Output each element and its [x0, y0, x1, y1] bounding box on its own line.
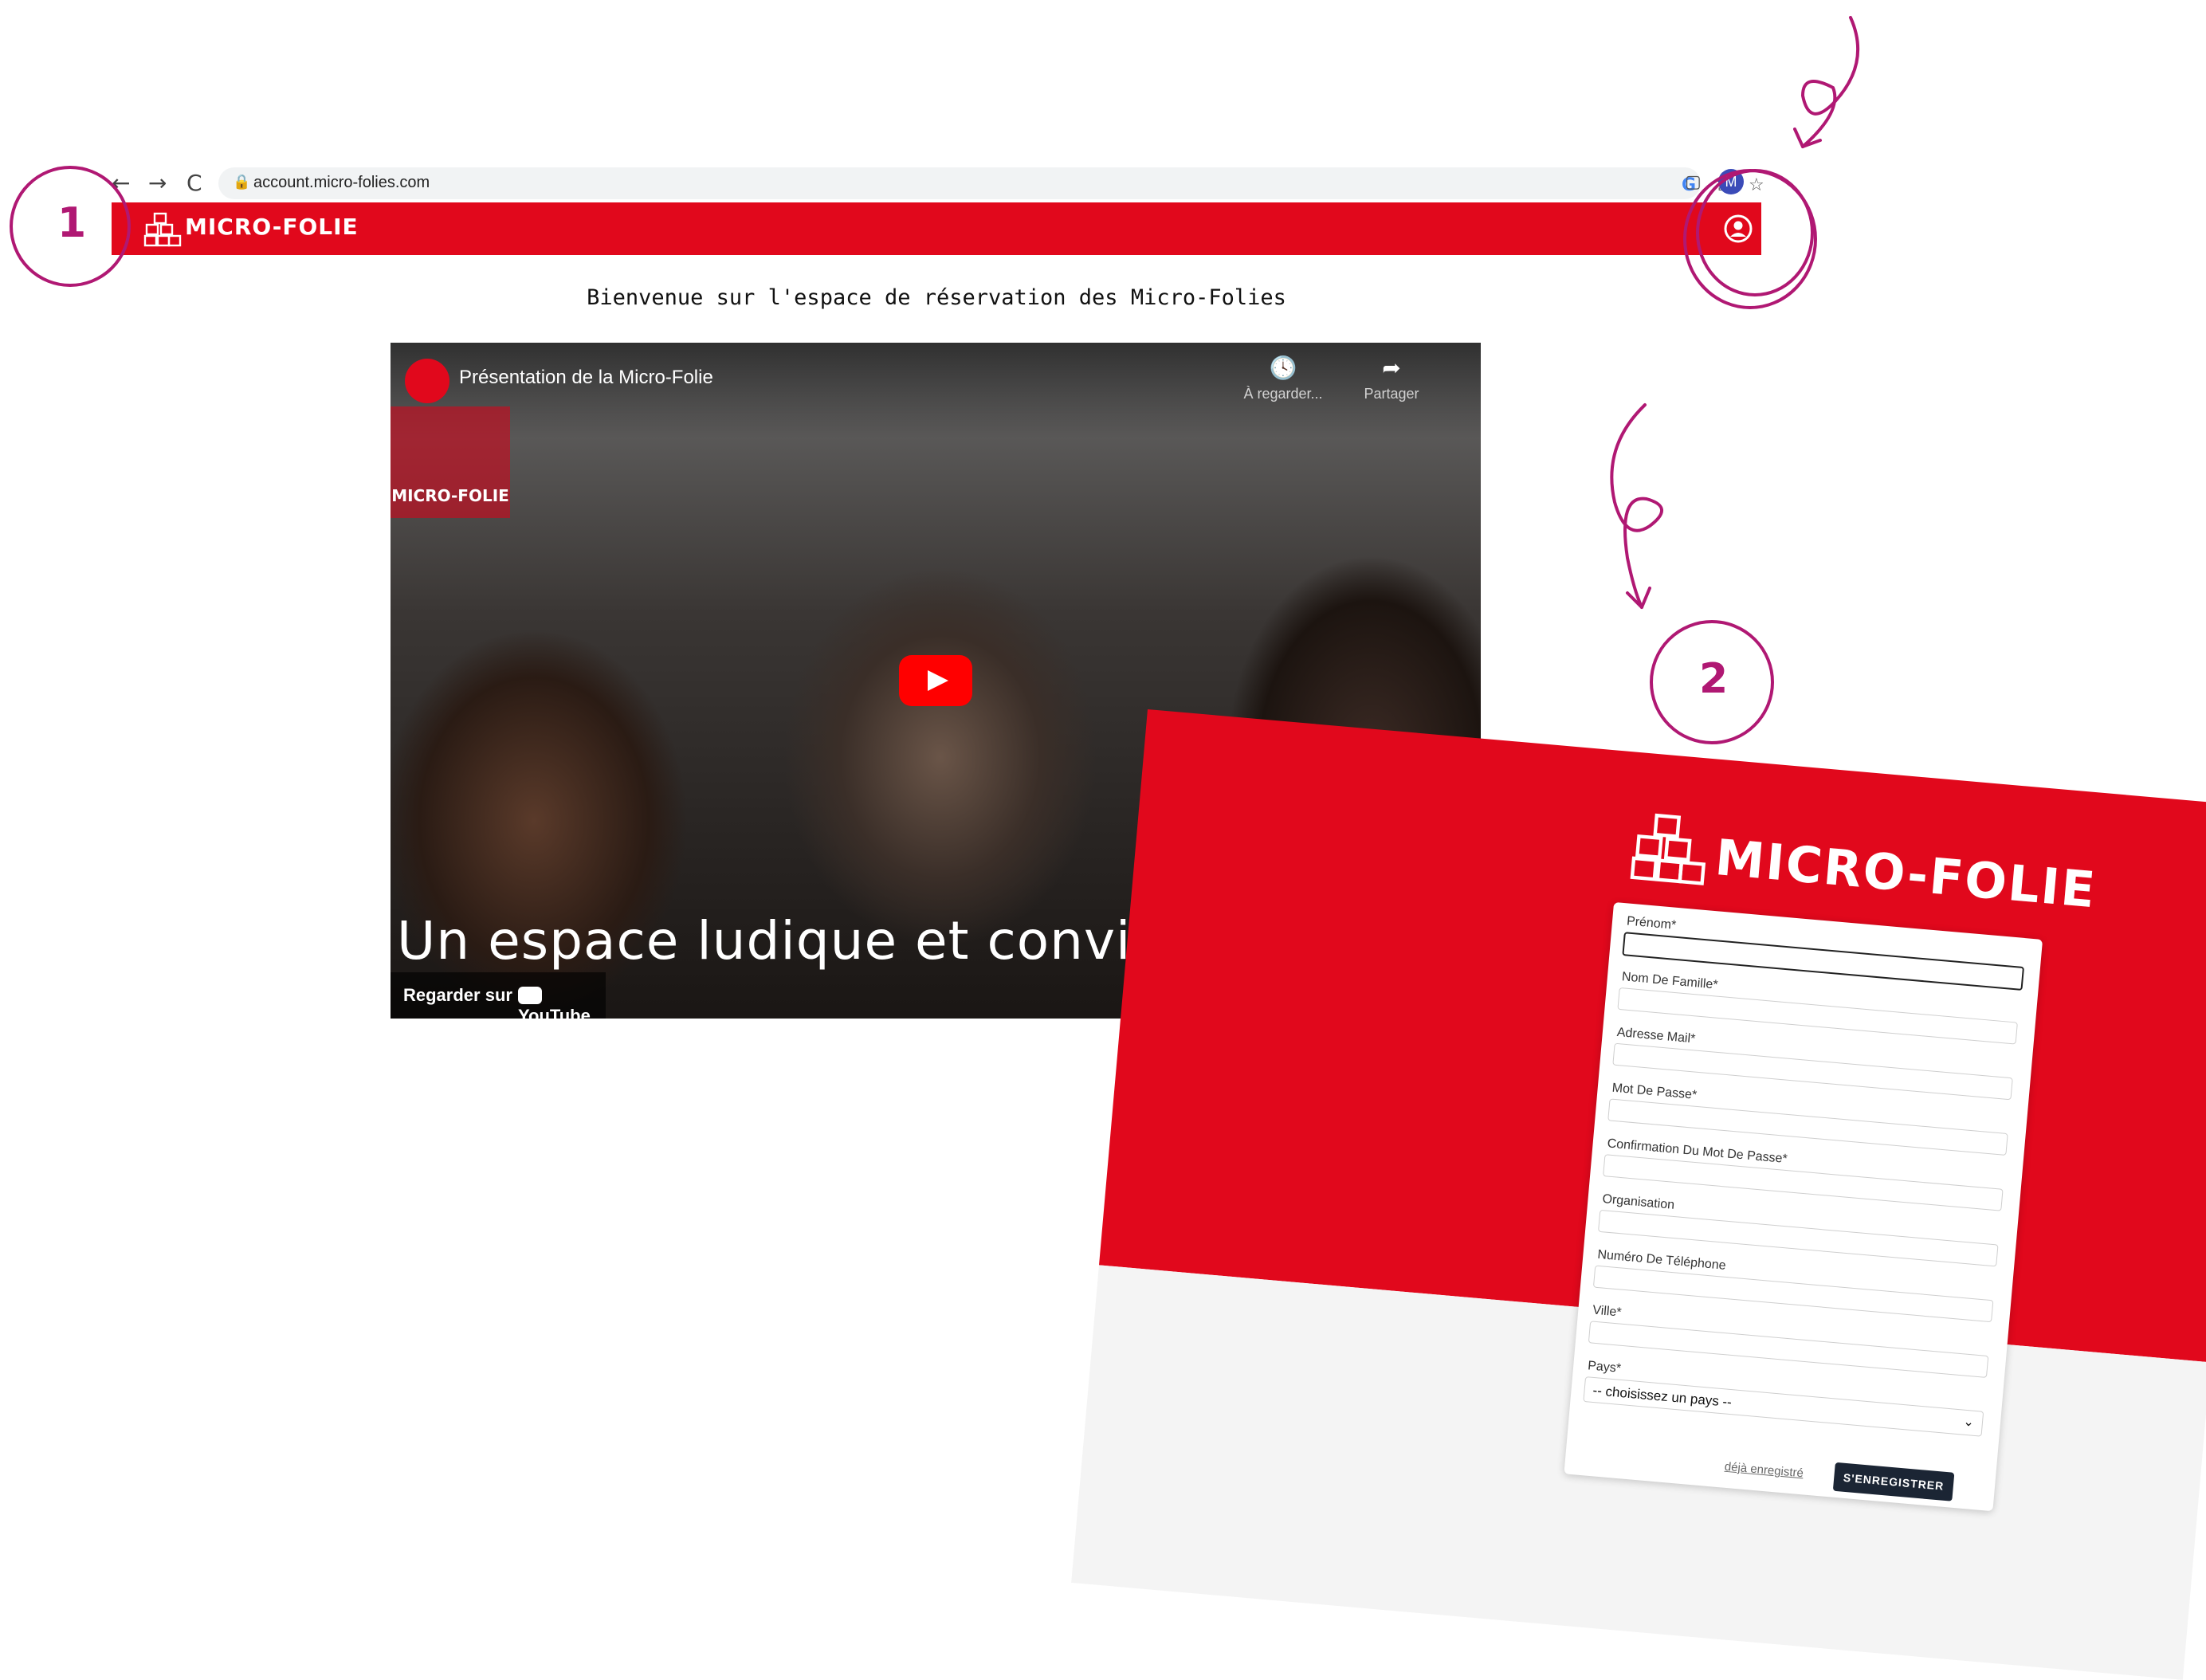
lock-icon: 🔒 [233, 174, 251, 190]
phone-field[interactable] [1592, 1265, 1994, 1323]
registration-form: Prénom* Nom De Famille* Adresse Mail* Mo… [1564, 901, 2043, 1512]
city-label: Ville* [1592, 1303, 1623, 1320]
already-registered-link[interactable]: déjà enregistré [1724, 1460, 1804, 1481]
step2-number: 2 [1699, 655, 1729, 703]
welcome-heading: Bienvenue sur l'espace de réservation de… [587, 285, 1286, 310]
clock-icon: 🕓 [1269, 355, 1297, 381]
address-bar[interactable]: 🔒 account.micro-folies.com G ⇪ ☆ [218, 167, 1764, 199]
curly-arrow-1 [1800, 16, 1860, 148]
share-label: Partager [1364, 386, 1419, 402]
curly-arrow-2 [1610, 403, 1663, 609]
forward-icon[interactable]: → [148, 169, 167, 198]
site-header: MICRO-FOLIE [112, 202, 1761, 255]
youtube-logo: YouTube [518, 985, 606, 1019]
chevron-down-icon: ⌄ [1962, 1413, 1975, 1430]
country-select-value: -- choisissez un pays -- [1592, 1382, 1733, 1411]
account-icon[interactable] [1723, 214, 1753, 244]
registration-screen: MICRO-FOLIE Prénom* Nom De Famille* Adre… [1071, 709, 2206, 1680]
watch-later-button[interactable]: 🕓 À regarder... [1235, 355, 1331, 402]
site-logo-text[interactable]: MICRO-FOLIE [185, 214, 359, 240]
sidebar-icon[interactable]: ▢ [1685, 172, 1702, 192]
share-button[interactable]: ➦ Partager [1344, 355, 1439, 402]
city-field[interactable] [1588, 1321, 1989, 1378]
register-button[interactable]: S'ENREGISTRER [1832, 1462, 1955, 1501]
first-name-label: Prénom* [1626, 914, 1677, 932]
registration-logo-cubes-icon [1630, 813, 1706, 885]
star-icon[interactable]: ☆ [1749, 175, 1764, 195]
country-select[interactable]: -- choisissez un pays -- ⌄ [1583, 1376, 1984, 1437]
watch-on-label: Regarder sur [403, 985, 512, 1005]
back-icon[interactable]: ← [112, 169, 130, 198]
video-title[interactable]: Présentation de la Micro-Folie [459, 367, 713, 389]
share-arrow-icon: ➦ [1382, 355, 1401, 381]
organisation-label: Organisation [1601, 1192, 1675, 1212]
channel-avatar[interactable] [405, 359, 449, 403]
curly-arrow-1-head [1793, 128, 1822, 148]
play-button[interactable] [899, 655, 972, 706]
video-caption: Un espace ludique et convivial [397, 910, 1227, 971]
url-text: account.micro-folies.com [253, 174, 430, 191]
country-label: Pays* [1587, 1359, 1622, 1376]
step1-number: 1 [57, 199, 87, 247]
watch-later-label: À regarder... [1243, 386, 1323, 402]
logo-cubes-icon [143, 212, 182, 247]
video-logo-text: MICRO-FOLIE [391, 486, 509, 505]
video-logo-overlay: MICRO-FOLIE [391, 406, 510, 518]
watch-on-youtube[interactable]: Regarder sur YouTube [391, 972, 606, 1019]
browser-toolbar: ← → C 🔒 account.micro-folies.com G ⇪ ☆ ▢… [112, 164, 1764, 202]
reload-icon[interactable]: C [186, 169, 202, 198]
browser-profile-avatar[interactable]: M [1718, 169, 1744, 194]
curly-arrow-2-head [1626, 587, 1651, 609]
